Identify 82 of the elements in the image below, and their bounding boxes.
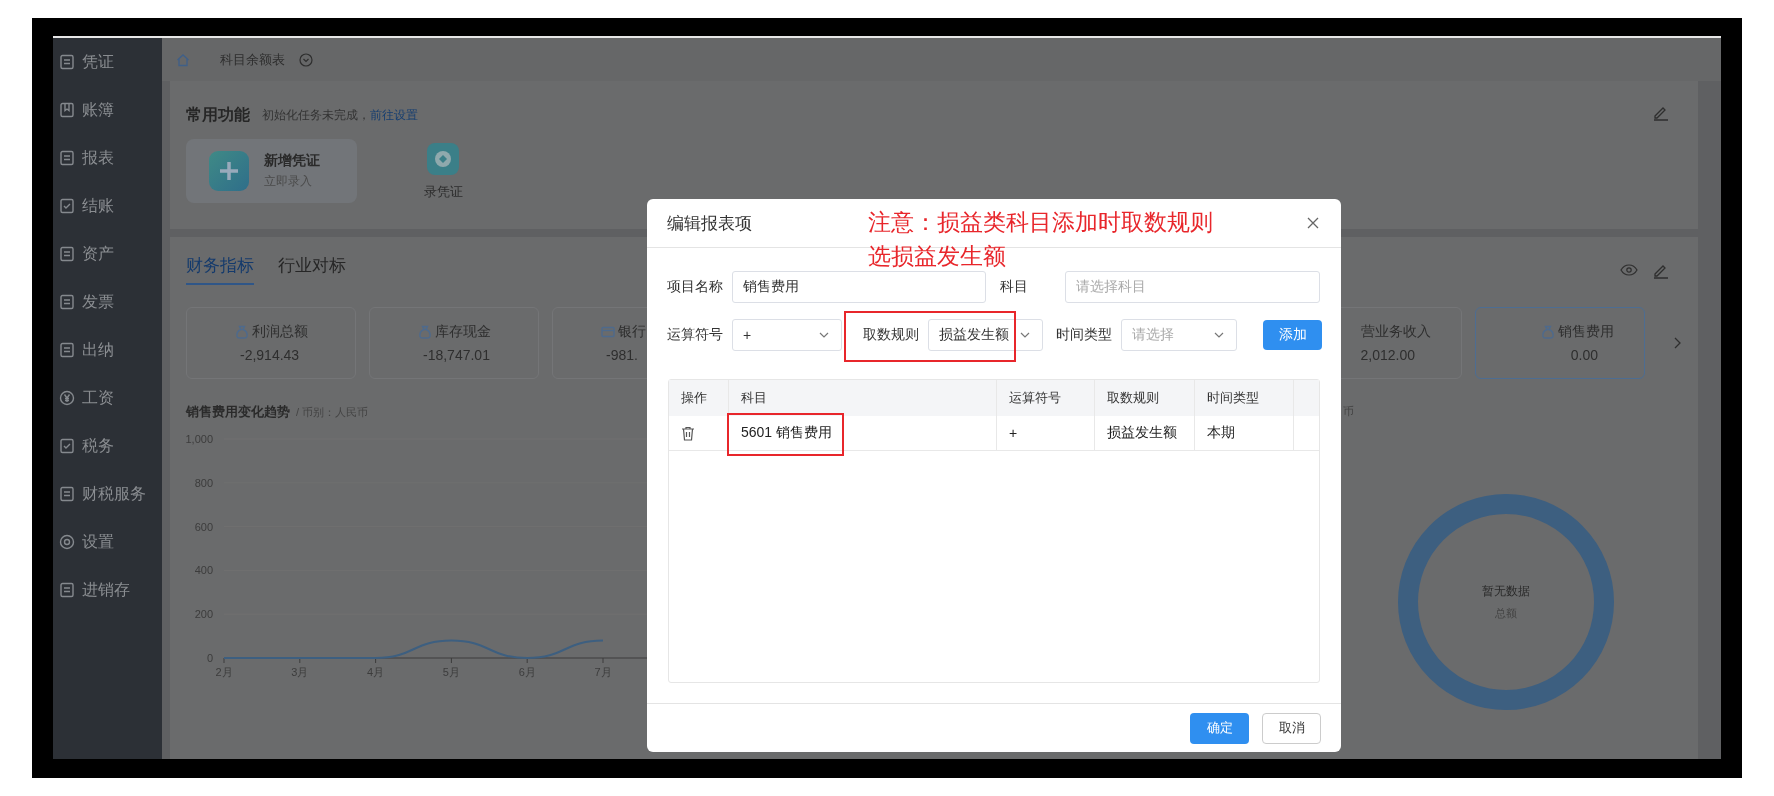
table-cell: 本期 <box>1195 416 1294 450</box>
confirm-button[interactable]: 确定 <box>1190 712 1249 744</box>
annotation-text: 选损益发生额 <box>868 242 1007 270</box>
sidebar-item[interactable]: 凭证 <box>53 38 162 86</box>
indicator-tab[interactable]: 行业对标 <box>278 254 346 285</box>
cancel-button[interactable]: 取消 <box>1262 712 1321 744</box>
yen-icon <box>59 390 75 406</box>
metric-card[interactable]: 销售费用 0.00 <box>1475 307 1645 379</box>
dialog-title: 编辑报表项 <box>667 212 752 235</box>
close-icon[interactable] <box>1307 217 1319 229</box>
annotation-text: 注意：损益类科目添加时取数规则 <box>868 208 1213 236</box>
chevron-down-icon <box>1214 332 1224 338</box>
metric-value: 2,012.00 <box>1360 347 1416 363</box>
metric-label: 营业务收入 <box>1361 323 1431 341</box>
setup-link[interactable]: 前往设置 <box>370 107 418 122</box>
metric-label: 库存现金 <box>435 323 491 341</box>
sidebar-item[interactable]: 报表 <box>53 134 162 182</box>
table-cell: + <box>997 416 1095 450</box>
section-title: 常用功能 <box>186 104 250 125</box>
column-header: 科目 <box>729 380 997 416</box>
document-icon <box>59 246 75 262</box>
eye-icon[interactable] <box>1620 264 1638 276</box>
metric-label: 银行 <box>618 323 646 341</box>
book-icon <box>59 102 75 118</box>
settings-icon <box>59 534 75 550</box>
document-icon <box>59 342 75 358</box>
add-button[interactable]: 添加 <box>1263 320 1322 350</box>
plus-icon <box>209 151 249 191</box>
metric-label: 销售费用 <box>1558 323 1614 341</box>
input-field[interactable]: 销售费用 <box>732 271 986 303</box>
field-label: 项目名称 <box>667 278 724 296</box>
input-field[interactable]: 请选择科目 <box>1065 271 1320 303</box>
checklist-icon <box>59 198 75 214</box>
document-icon <box>59 150 75 166</box>
empty-text: 暂无数据 <box>1482 583 1530 600</box>
column-header: 时间类型 <box>1195 380 1294 416</box>
checklist-icon <box>59 438 75 454</box>
metric-value: -18,747.01 <box>422 347 491 363</box>
metric-card[interactable]: 库存现金 -18,747.01 <box>369 307 539 379</box>
delete-icon[interactable] <box>681 425 695 441</box>
document-icon <box>59 486 75 502</box>
metric-label: 利润总额 <box>252 323 308 341</box>
sidebar-item[interactable]: 设置 <box>53 518 162 566</box>
sidebar-item[interactable]: 发票 <box>53 278 162 326</box>
column-header: 取数规则 <box>1095 380 1195 416</box>
sidebar-item[interactable]: 账簿 <box>53 86 162 134</box>
table-cell: 损益发生额 <box>1095 416 1195 450</box>
select-field[interactable]: + <box>732 319 842 351</box>
select-field[interactable]: 请选择 <box>1121 319 1237 351</box>
shortcut-item[interactable]: 录凭证 <box>403 143 483 201</box>
document-icon <box>59 294 75 310</box>
chevron-down-icon <box>819 332 829 338</box>
column-header: 操作 <box>669 380 729 416</box>
money-bag-icon <box>1541 325 1555 339</box>
document-icon <box>59 582 75 598</box>
card-icon <box>601 325 615 339</box>
column-header: 运算符号 <box>997 380 1095 416</box>
chart-title: 销售费用变化趋势 <box>186 403 290 421</box>
sidebar-item[interactable]: 资产 <box>53 230 162 278</box>
sidebar-item[interactable]: 进销存 <box>53 566 162 614</box>
select-field[interactable]: 损益发生额 <box>928 319 1043 351</box>
document-icon <box>59 54 75 70</box>
sidebar-item[interactable]: 财税服务 <box>53 470 162 518</box>
sidebar-item[interactable]: 税务 <box>53 422 162 470</box>
chevron-circle-icon[interactable] <box>299 52 313 67</box>
indicator-tab[interactable]: 财务指标 <box>186 254 254 285</box>
metric-value: 0.00 <box>1570 347 1599 363</box>
sidebar-item[interactable]: 出纳 <box>53 326 162 374</box>
field-label: 科目 <box>1000 278 1029 296</box>
shortcut-title: 新增凭证 <box>264 152 320 170</box>
metric-value: -981. <box>605 347 639 363</box>
field-label: 取数规则 <box>863 326 920 344</box>
metric-value: -2,914.43 <box>239 347 301 363</box>
chevron-right-icon[interactable] <box>1672 336 1682 350</box>
chevron-down-icon <box>1020 332 1030 338</box>
money-bag-icon <box>235 325 249 339</box>
sidebar-item[interactable]: 结账 <box>53 182 162 230</box>
metric-card[interactable]: 利润总额 -2,914.43 <box>186 307 356 379</box>
field-label: 运算符号 <box>667 326 724 344</box>
sidebar-item[interactable]: 工资 <box>53 374 162 422</box>
money-bag-icon <box>418 325 432 339</box>
field-label: 时间类型 <box>1056 326 1113 344</box>
